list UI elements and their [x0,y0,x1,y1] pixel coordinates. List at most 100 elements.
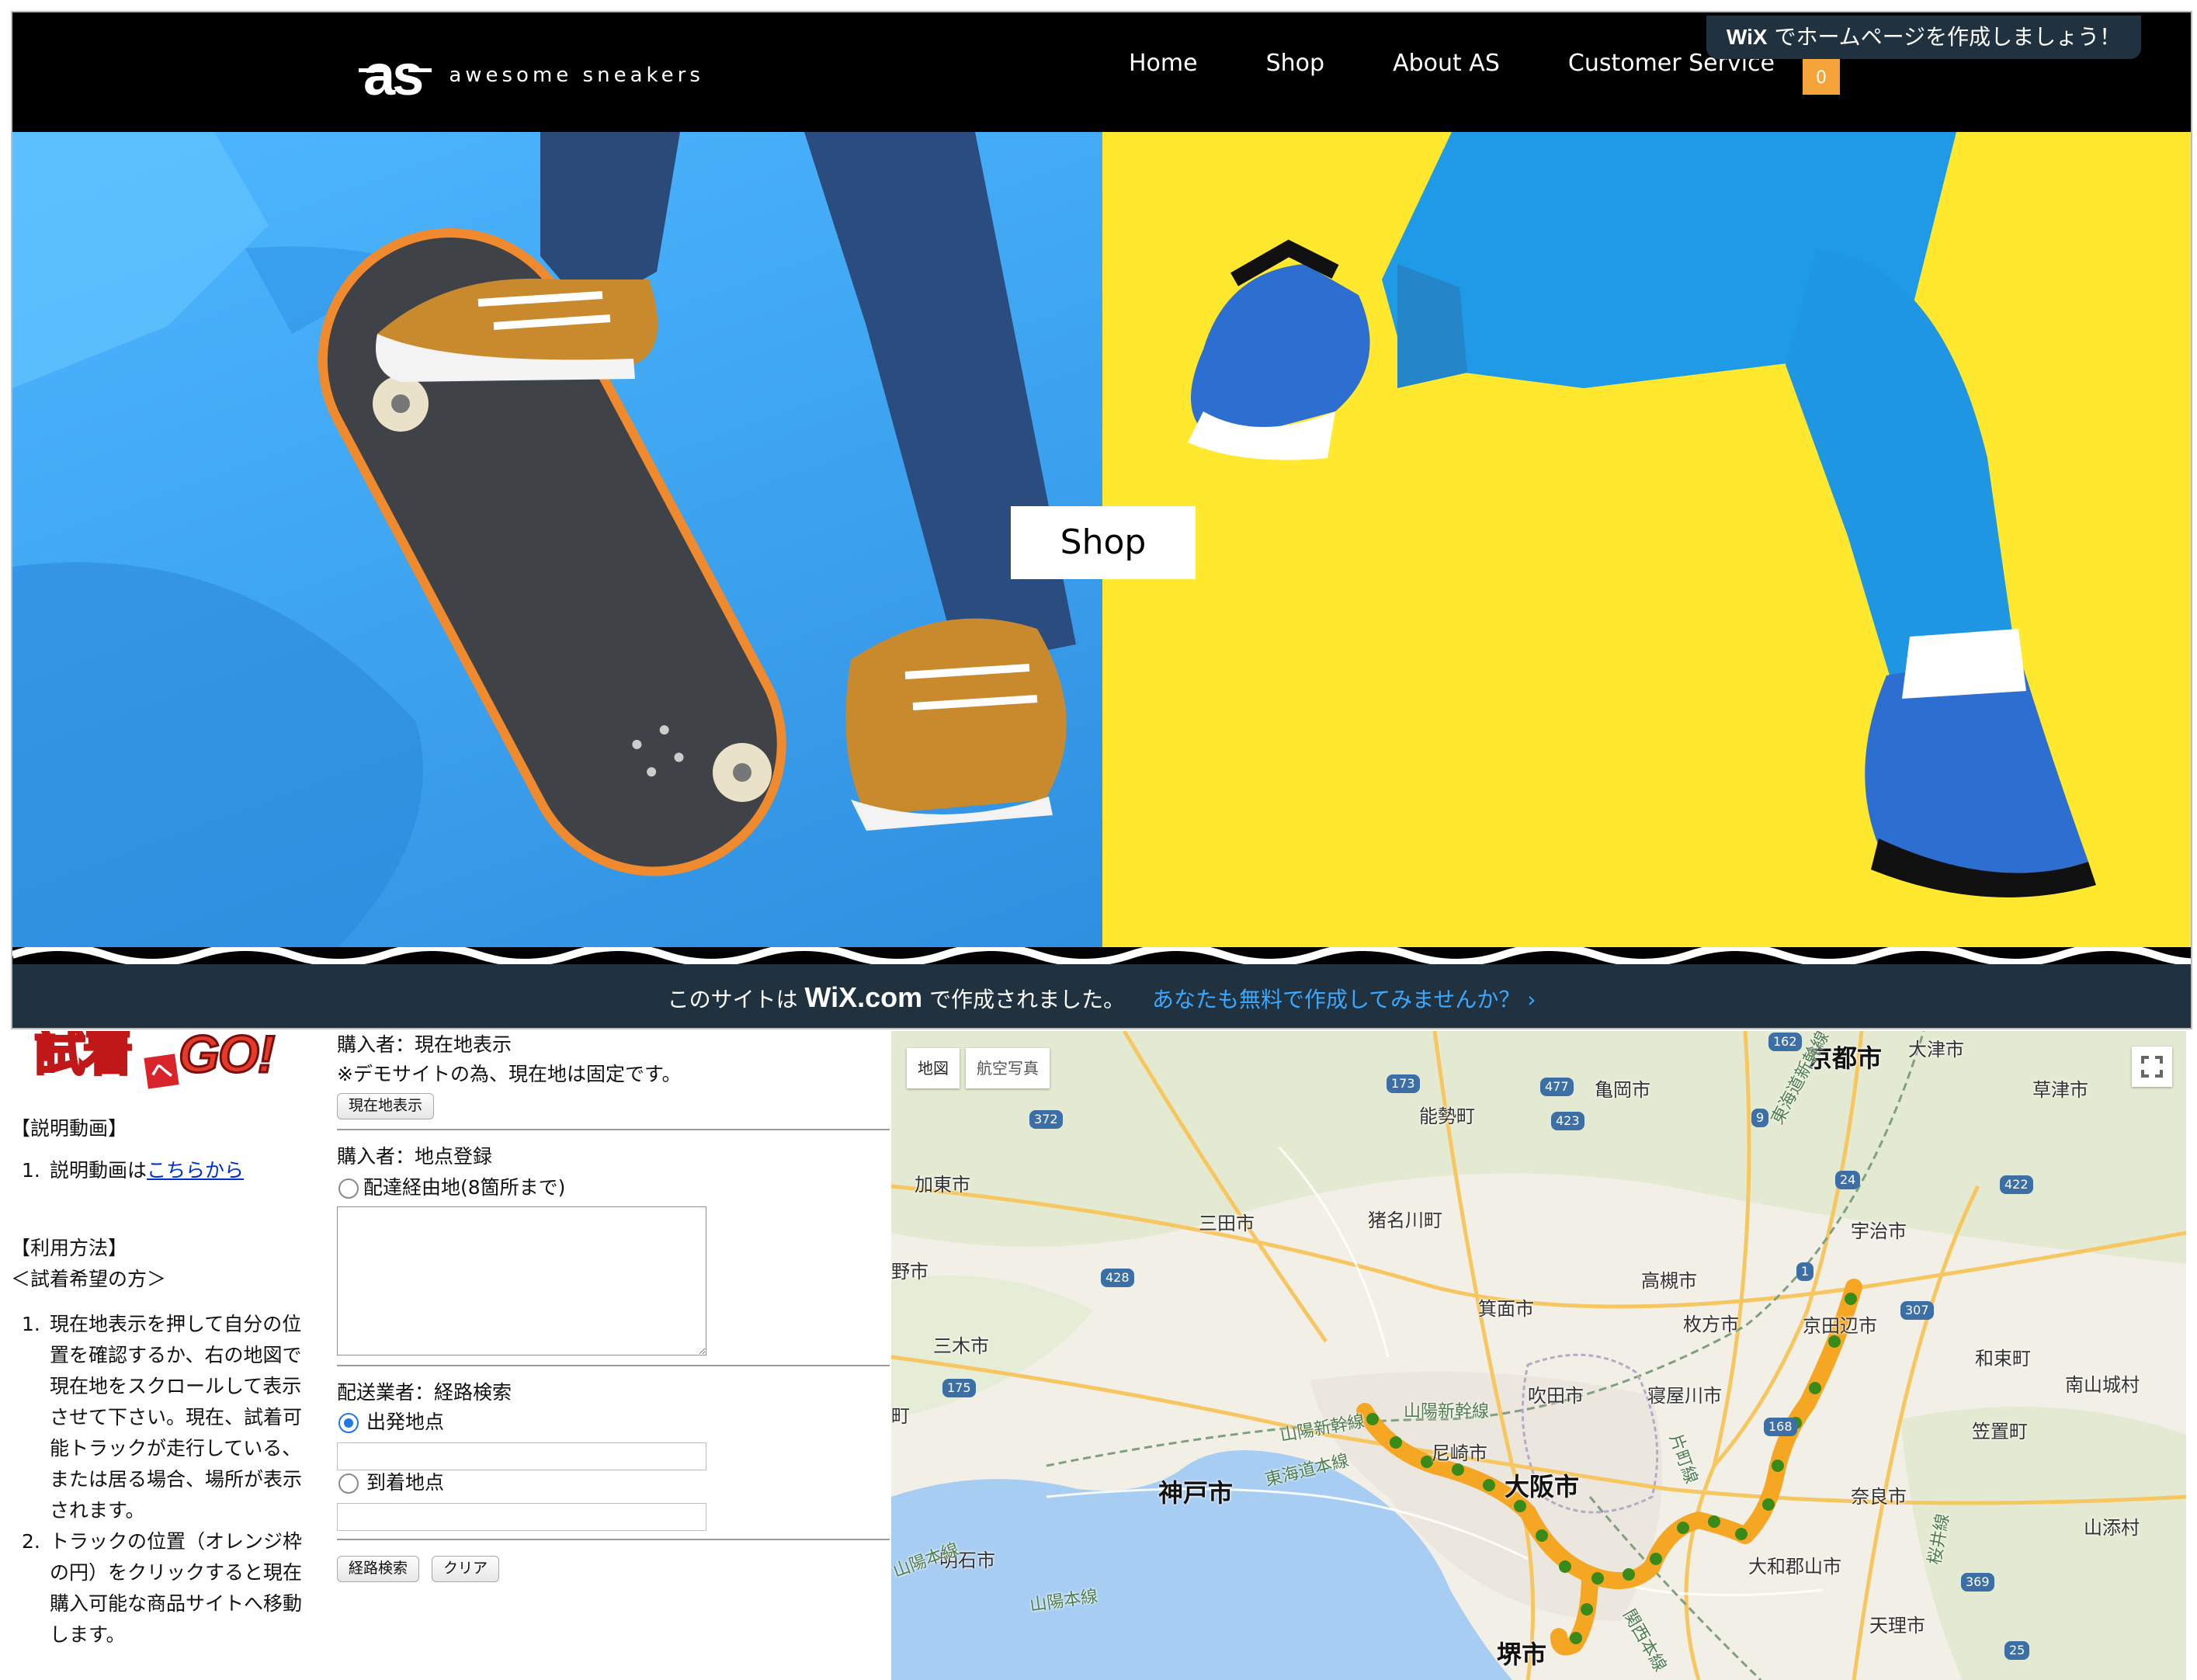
map-label: 町 [891,1405,910,1427]
map-label: 加東市 [915,1174,970,1196]
road-number: 422 [2000,1175,2033,1194]
step-line: 能トラックが走行している、 [50,1437,302,1460]
destination-input[interactable] [337,1503,706,1531]
cart-count: 0 [1816,68,1827,88]
road-number: 24 [1835,1171,1861,1189]
app-logo-part1: 試着 [33,1031,135,1082]
waypoint-radio[interactable] [338,1178,359,1199]
origin-radio[interactable] [338,1413,359,1433]
hero-image-jump [1102,132,2191,947]
decorative-pattern-strip [12,947,2191,964]
step-line: させて下さい。現在、試着可 [50,1406,303,1428]
wix-footer-cta-link[interactable]: あなたも無料で作成してみませんか？ › [1152,987,1536,1012]
list-number: 1. [22,1159,40,1182]
step-line: 現在地表示を押して自分の位 [50,1313,302,1335]
map-label: 天理市 [1869,1615,1925,1637]
road-number: 168 [1764,1418,1797,1436]
road-number: 307 [1900,1301,1934,1320]
map-label: 枚方市 [1683,1314,1739,1335]
list-item: 1. 現在地表示を押して自分の位 置を確認するか、右の地図で 現在地をスクロール… [22,1309,337,1526]
step-line: の円）をクリックすると現在 [50,1561,303,1584]
road-number: 25 [2004,1641,2030,1660]
map-label: 大津市 [1908,1039,1964,1060]
map-label: 笠置町 [1972,1421,2028,1442]
step-line: トラックの位置（オレンジ枠 [50,1530,303,1553]
explain-video-heading: 【説明動画】 [11,1117,128,1140]
map-label: 三木市 [933,1335,989,1357]
map-label: 草津市 [2032,1079,2088,1101]
road-number: 372 [1029,1110,1063,1129]
origin-input[interactable] [337,1442,706,1470]
wix-badge-brand: WiX [1726,25,1768,49]
hero-image-skateboard [12,132,1102,947]
route-map[interactable]: 地図 航空写真 京都市 大津市 亀岡市 草津市 能勢町 加東市 三田市 猪名川町… [891,1031,2186,1680]
road-number: 428 [1101,1269,1134,1287]
map-label: 能勢町 [1419,1106,1475,1127]
destination-radio[interactable] [338,1473,359,1494]
road-number: 1 [1796,1262,1814,1281]
road-number: 369 [1961,1573,1994,1591]
road-number: 477 [1540,1078,1574,1096]
map-label: 亀岡市 [1595,1079,1650,1101]
explain-video-prefix: 説明動画は [50,1159,148,1182]
hero-banner: Shop [12,132,2191,947]
map-type-map-button[interactable]: 地図 [907,1048,960,1088]
map-label: 京田辺市 [1803,1315,1877,1337]
map-type-satellite-button[interactable]: 航空写真 [966,1048,1050,1088]
nav-shop[interactable]: Shop [1266,50,1324,77]
app-logo-part2: へ [144,1053,179,1089]
list-number: 2. [22,1530,40,1553]
hero-shop-button[interactable]: Shop [1011,506,1196,579]
nav-about[interactable]: About AS [1393,50,1500,77]
map-label: 尼崎市 [1432,1442,1487,1464]
step-line: します。 [50,1623,126,1646]
wix-footer-brand: WiX.com [804,981,923,1013]
explain-video-link[interactable]: こちらから [147,1159,244,1182]
wix-footer-suffix: で作成されました。 [929,987,1126,1012]
show-location-button[interactable]: 現在地表示 [337,1093,435,1119]
jumping-legs-illustration [1188,132,2096,897]
site-header: as awesome sneakers Home Shop About AS C… [12,12,2191,132]
map-label: 奈良市 [1851,1486,1907,1508]
rail-label: 山陽新幹線 [1404,1402,1490,1421]
map-label: 南山城村 [2065,1374,2140,1396]
buyer-points-title: 購入者：地点登録 [337,1145,493,1168]
road-number: 173 [1387,1074,1420,1093]
map-label: 野市 [891,1261,928,1283]
cart-icon[interactable]: 0 [1803,51,1840,95]
list-item: 1. 説明動画はこちらから [22,1155,337,1186]
map-label: 堺市 [1497,1640,1547,1669]
instructions-column: 試着 へ GO! 【説明動画】 1. 説明動画はこちらから 【利用方法】 ＜試着… [11,1031,337,1680]
step-line: 購入可能な商品サイトへ移動 [50,1592,303,1615]
road-number: 162 [1768,1033,1802,1051]
nav-home[interactable]: Home [1129,50,1198,77]
usage-heading: 【利用方法】 [11,1237,128,1259]
buyer-location-note: ※デモサイトの為、現在地は固定です。 [337,1063,682,1085]
divider [337,1365,890,1366]
step-line: 置を確認するか、右の地図で [50,1344,302,1366]
divider [337,1129,890,1130]
step-line: 現在地をスクロールして表示 [50,1375,302,1397]
map-label: 神戸市 [1158,1478,1234,1508]
explain-video-list: 1. 説明動画はこちらから [22,1155,337,1186]
route-search-button[interactable]: 経路検索 [337,1556,420,1582]
road-number: 175 [942,1379,976,1397]
controls-column: 購入者：現在地表示 ※デモサイトの為、現在地は固定です。 現在地表示 購入者：地… [337,1031,890,1680]
list-item: 2. トラックの位置（オレンジ枠 の円）をクリックすると現在 購入可能な商品サイ… [22,1526,337,1650]
wix-badge-text: でホームページを作成しましょう！ [1774,24,2122,50]
road-number: 9 [1751,1109,1769,1127]
list-number: 1. [22,1313,40,1335]
skateboard-illustration [12,132,1076,947]
waypoints-textarea[interactable] [337,1206,706,1355]
wix-promo-badge[interactable]: WiX でホームページを作成しましょう！ [1706,16,2141,59]
clear-button[interactable]: クリア [432,1556,500,1582]
map-label: 箕面市 [1478,1298,1534,1320]
wix-footer-banner[interactable]: このサイトは WiX.com で作成されました。 あなたも無料で作成してみません… [12,964,2191,1028]
fullscreen-icon[interactable] [2132,1047,2172,1087]
site-logo[interactable]: as awesome sneakers [358,47,704,104]
road-number: 423 [1551,1112,1584,1130]
app-logo-part3: GO! [177,1031,276,1084]
map-label: 高槻市 [1641,1270,1697,1292]
courier-title: 配送業者：経路検索 [337,1381,512,1404]
origin-label: 出発地点 [366,1411,445,1433]
